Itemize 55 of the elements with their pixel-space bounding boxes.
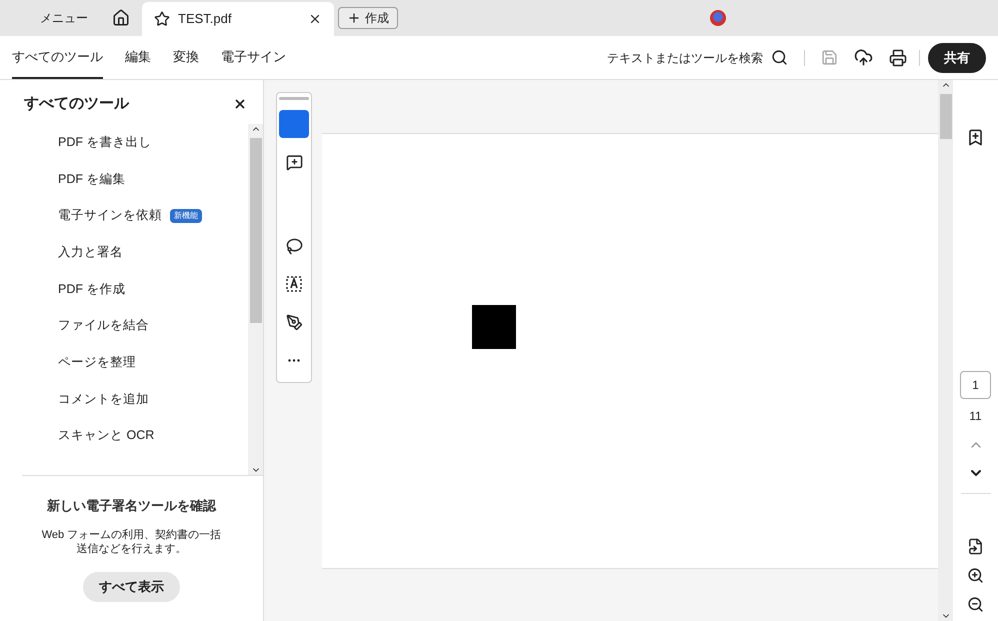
star-icon[interactable] xyxy=(154,11,170,27)
plus-icon xyxy=(347,11,361,25)
text-box-icon xyxy=(285,275,303,293)
scrollbar-thumb[interactable] xyxy=(250,138,262,323)
show-all-button[interactable]: すべて表示 xyxy=(83,572,180,602)
document-tab[interactable]: TEST.pdf xyxy=(142,2,334,36)
fit-page-button[interactable] xyxy=(967,538,984,555)
tool-item[interactable]: PDF を作成 xyxy=(58,280,126,298)
pen-icon xyxy=(286,314,302,330)
toolbar-tab[interactable]: 編集 xyxy=(125,36,151,79)
home-icon xyxy=(112,9,130,27)
zoom-out-icon xyxy=(967,596,984,613)
page-total: 11 xyxy=(969,408,982,425)
tool-item[interactable]: ファイルを結合 xyxy=(58,316,149,336)
toolbar-tab[interactable]: すべてのツール xyxy=(12,36,103,79)
comment-icon xyxy=(286,154,302,170)
page-resize-icon xyxy=(967,538,984,555)
more-icon xyxy=(288,358,300,362)
tool-item[interactable]: 入力と署名 xyxy=(58,243,123,262)
bookmark-icon xyxy=(966,128,985,147)
bookmark-button[interactable] xyxy=(966,128,985,147)
promo-text: Web フォームの利用、契約書の一括送信などを行えます。 xyxy=(40,528,222,556)
close-icon[interactable] xyxy=(308,12,322,26)
close-button[interactable] xyxy=(233,97,247,111)
page-number-field[interactable]: 1 xyxy=(960,371,991,399)
new-badge: 新機能 xyxy=(170,208,202,223)
cloud-upload-icon xyxy=(854,48,873,67)
document-scrollbar[interactable] xyxy=(938,80,953,621)
zoom-out-button[interactable] xyxy=(967,596,984,613)
scrollbar[interactable] xyxy=(248,124,263,475)
zoom-in-icon xyxy=(967,567,984,584)
zoom-in-button[interactable] xyxy=(967,567,984,584)
lasso-icon xyxy=(286,238,302,254)
square-shape xyxy=(472,305,516,349)
tool-item[interactable]: PDF を書き出し xyxy=(58,132,152,152)
profile-avatar-icon[interactable] xyxy=(709,9,727,27)
menu-button[interactable]: メニュー xyxy=(32,0,96,36)
close-icon xyxy=(233,97,247,111)
tab-title: TEST.pdf xyxy=(178,10,232,28)
share-button[interactable]: 共有 xyxy=(928,42,986,72)
tool-item[interactable]: 電子サインを依頼 xyxy=(58,206,162,226)
search-button[interactable]: テキストまたはツールを検索 xyxy=(607,36,788,79)
save-icon xyxy=(821,49,838,66)
create-button[interactable]: 作成 xyxy=(338,7,398,29)
promo-title: 新しい電子署名ツールを確認 xyxy=(47,497,216,515)
toolbar-tab[interactable]: 変換 xyxy=(173,36,199,79)
toolbar-tab[interactable]: 電子サイン xyxy=(221,36,286,79)
tool-item[interactable]: スキャンと OCR xyxy=(58,426,154,446)
tool-item[interactable]: PDF を編集 xyxy=(58,170,126,188)
printer-icon xyxy=(889,48,907,66)
tool-item[interactable]: コメントを追加 xyxy=(58,390,149,409)
search-icon xyxy=(771,49,788,66)
panel-title: すべてのツール xyxy=(24,94,129,114)
tool-item[interactable]: ページを整理 xyxy=(58,353,136,372)
scrollbar-thumb[interactable] xyxy=(940,94,952,139)
